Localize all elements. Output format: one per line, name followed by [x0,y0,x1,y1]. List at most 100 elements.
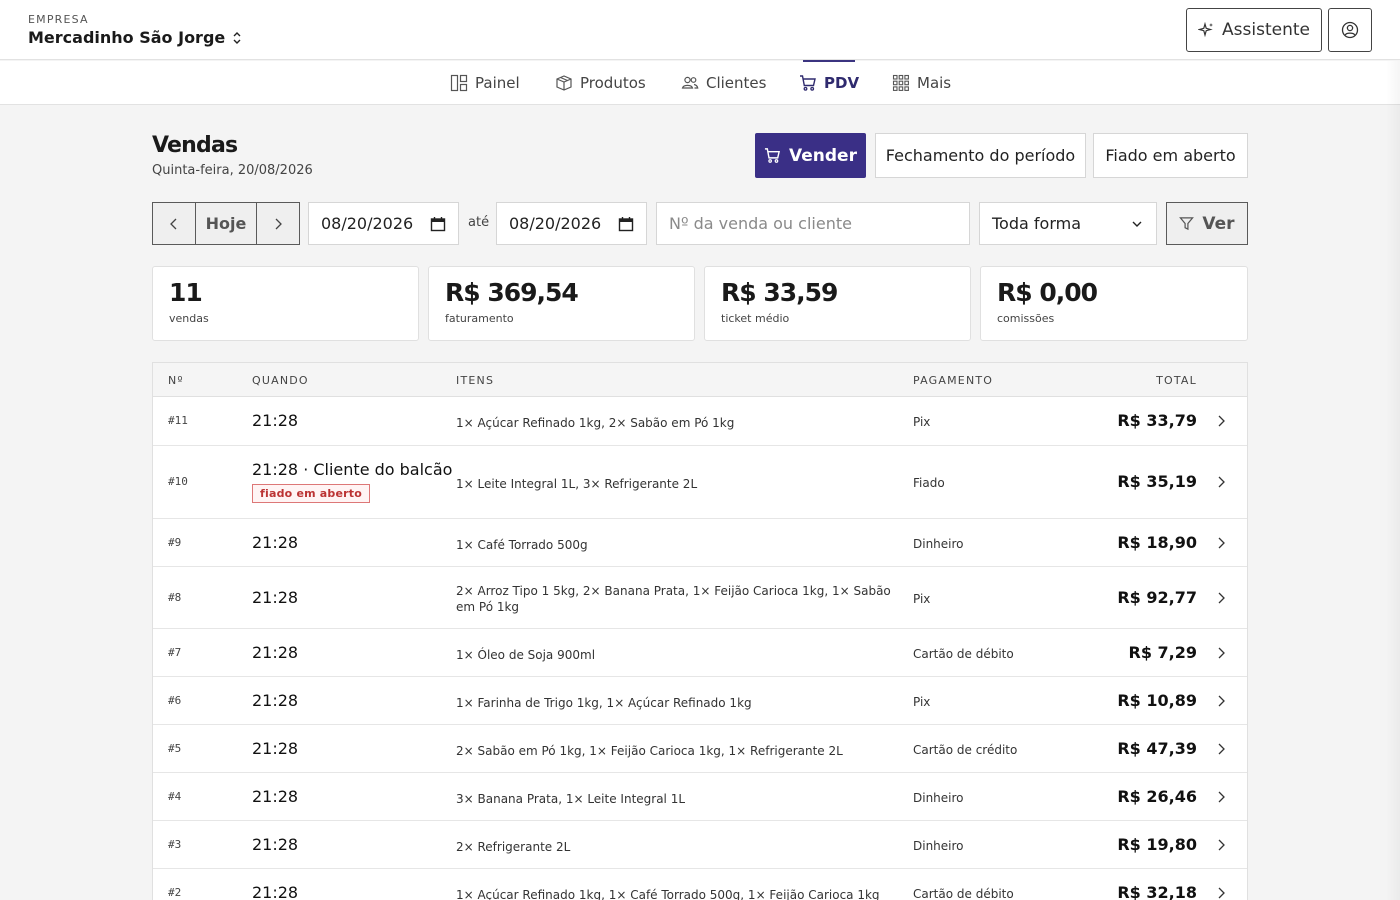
nav-label: PDV [824,74,860,92]
table-row[interactable]: #6 21:28 1× Farinha de Trigo 1kg, 1× Açú… [153,677,1247,725]
main-nav: Painel Produtos Clientes PDV Mais [0,60,1400,105]
users-icon [681,76,699,89]
apply-filter-button[interactable]: Ver [1166,202,1248,245]
chevron-up-down-icon [233,31,241,44]
scroll-edge-shadow [1386,61,1400,900]
cart-icon [764,148,781,163]
sale-total: R$ 7,29 [1128,643,1198,662]
sale-payment: Dinheiro [913,791,964,805]
chevron-right-icon [1218,695,1225,707]
column-header-items: ITENS [456,374,495,387]
sale-total: R$ 35,19 [1117,472,1197,491]
sale-payment: Pix [913,592,931,606]
table-row[interactable]: #11 21:28 1× Açúcar Refinado 1kg, 2× Sab… [153,397,1247,446]
sale-time: 21:28 [252,588,299,607]
calendar-icon[interactable] [430,216,446,232]
column-header-number: Nº [168,374,184,387]
nav-item-painel[interactable]: Painel [450,61,520,105]
company-name[interactable]: Mercadinho São Jorge [28,28,243,47]
sale-time: 21:28 [252,411,299,430]
table-row[interactable]: #9 21:28 1× Café Torrado 500g Dinheiro R… [153,519,1247,567]
sale-items: 2× Sabão em Pó 1kg, 1× Feijão Carioca 1k… [456,744,843,758]
table-row[interactable]: #7 21:28 1× Óleo de Soja 900ml Cartão de… [153,629,1247,677]
sale-items: 3× Banana Prata, 1× Leite Integral 1L [456,792,686,806]
sell-button[interactable]: Vender [755,133,866,178]
search-input[interactable]: Nº da venda ou cliente [656,202,970,245]
sale-number: #8 [168,591,182,604]
table-row[interactable]: #3 21:28 2× Refrigerante 2L Dinheiro R$ … [153,821,1247,869]
sale-total: R$ 18,90 [1117,533,1197,552]
day-navigator: Hoje [152,202,300,245]
nav-item-pdv[interactable]: PDV [799,60,860,105]
chevron-right-icon [1218,791,1225,803]
sale-items: 1× Leite Integral 1L, 3× Refrigerante 2L [456,477,698,491]
period-closing-button[interactable]: Fechamento do período [875,133,1086,178]
sale-payment: Pix [913,695,931,709]
nav-item-mais[interactable]: Mais [892,61,951,105]
user-menu-button[interactable] [1328,8,1372,52]
table-row[interactable]: #5 21:28 2× Sabão em Pó 1kg, 1× Feijão C… [153,725,1247,773]
column-header-total: TOTAL [1156,374,1197,387]
open-credit-button[interactable]: Fiado em aberto [1093,133,1248,178]
assistant-button[interactable]: Assistente [1186,8,1322,52]
layout-icon [450,74,468,92]
sale-items: 2× Refrigerante 2L [456,840,571,854]
sale-payment: Pix [913,415,931,429]
chevron-right-icon [1218,839,1225,851]
sale-number: #7 [168,646,182,659]
sale-number: #6 [168,694,182,707]
sale-items: 1× Farinha de Trigo 1kg, 1× Açúcar Refin… [456,696,752,710]
nav-label: Mais [917,74,952,92]
cart-icon [800,75,816,91]
next-day-button[interactable] [257,203,299,244]
stat-label: comissões [997,312,1055,325]
date-to-input[interactable]: 08/20/2026 [496,202,647,245]
today-button[interactable]: Hoje [195,203,257,244]
sale-number: #11 [168,414,188,427]
sale-number: #3 [168,838,182,851]
sale-number: #9 [168,536,182,549]
sale-time: 21:28 [252,739,299,758]
status-badge: fiado em aberto [252,484,370,503]
search-placeholder: Nº da venda ou cliente [669,214,852,233]
stat-card-average-ticket: R$ 33,59 ticket médio [704,266,971,341]
sale-time: 21:28 [252,691,299,710]
nav-label: Produtos [580,74,646,92]
sale-items: 1× Café Torrado 500g [456,538,588,552]
sale-payment: Cartão de débito [913,887,1014,900]
top-bar: EMPRESA Mercadinho São Jorge Assistente [0,0,1400,60]
table-header: Nº QUANDO ITENS PAGAMENTO TOTAL [153,363,1247,397]
chevron-right-icon [1218,476,1225,488]
sales-table: Nº QUANDO ITENS PAGAMENTO TOTAL #11 21:2… [152,362,1248,900]
sale-items: 1× Açúcar Refinado 1kg, 1× Café Torrado … [456,888,880,900]
chevron-down-icon [1132,221,1142,227]
stat-value: 11 [169,278,203,307]
payment-method-value: Toda forma [992,214,1081,233]
company-switcher[interactable]: EMPRESA Mercadinho São Jorge [28,13,243,47]
company-label: EMPRESA [28,13,89,26]
payment-method-select[interactable]: Toda forma [979,202,1157,245]
table-row[interactable]: #8 21:28 2× Arroz Tipo 1 5kg, 2× Banana … [153,567,1247,629]
calendar-icon[interactable] [618,216,634,232]
nav-item-clientes[interactable]: Clientes [681,61,766,105]
date-from-input[interactable]: 08/20/2026 [308,202,459,245]
table-row[interactable]: #2 21:28 1× Açúcar Refinado 1kg, 1× Café… [153,869,1247,900]
stat-card-revenue: R$ 369,54 faturamento [428,266,695,341]
stat-value: R$ 369,54 [445,278,579,307]
sale-time: 21:28 [252,643,299,662]
previous-day-button[interactable] [153,203,195,244]
nav-label: Clientes [706,74,767,92]
sale-items: 1× Óleo de Soja 900ml [456,648,596,662]
chevron-right-icon [1218,887,1225,899]
sale-number: #5 [168,742,182,755]
sale-total: R$ 92,77 [1117,588,1197,607]
stat-label: vendas [169,312,209,325]
table-row[interactable]: #10 21:28 · Cliente do balcão fiado em a… [153,446,1247,519]
stat-card-sales: 11 vendas [152,266,419,341]
stat-value: R$ 0,00 [997,278,1098,307]
sale-payment: Cartão de crédito [913,743,1018,757]
apply-filter-label: Ver [1202,213,1235,234]
sale-time: 21:28 [252,835,299,854]
nav-item-produtos[interactable]: Produtos [555,61,646,105]
table-row[interactable]: #4 21:28 3× Banana Prata, 1× Leite Integ… [153,773,1247,821]
